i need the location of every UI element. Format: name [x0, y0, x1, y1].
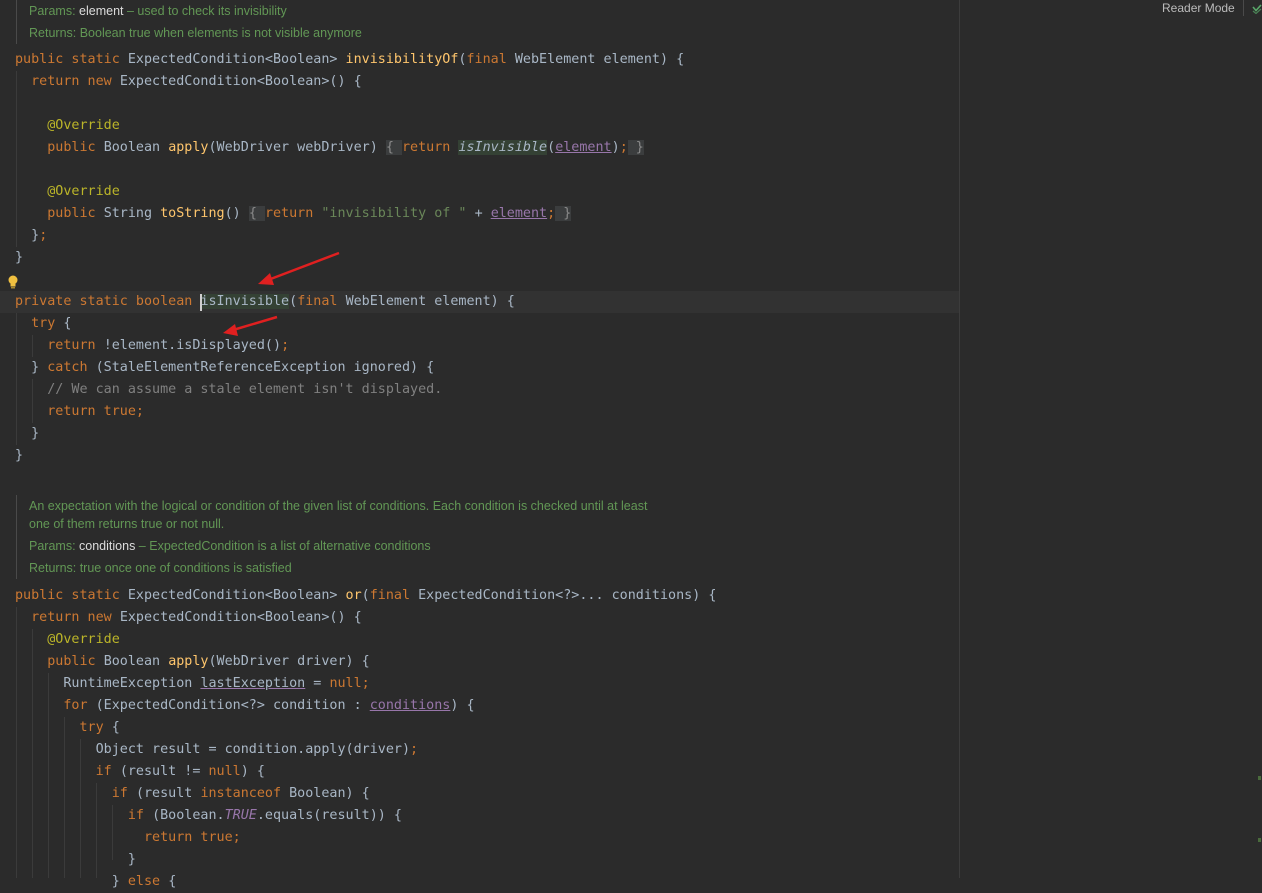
red-arrow [223, 315, 278, 336]
toolbar-separator [1243, 0, 1244, 16]
reader-mode-button[interactable]: Reader Mode [1162, 1, 1235, 15]
code-editor[interactable]: Reader Mode Params: element – used to ch… [0, 0, 1262, 889]
annotation-arrows [223, 251, 340, 336]
right-margin-guide [959, 0, 960, 878]
red-arrow [258, 251, 340, 285]
scrollbar-marker[interactable] [1258, 838, 1261, 842]
inspection-check-icon[interactable] [1252, 4, 1262, 14]
scrollbar-marker[interactable] [1258, 776, 1261, 780]
